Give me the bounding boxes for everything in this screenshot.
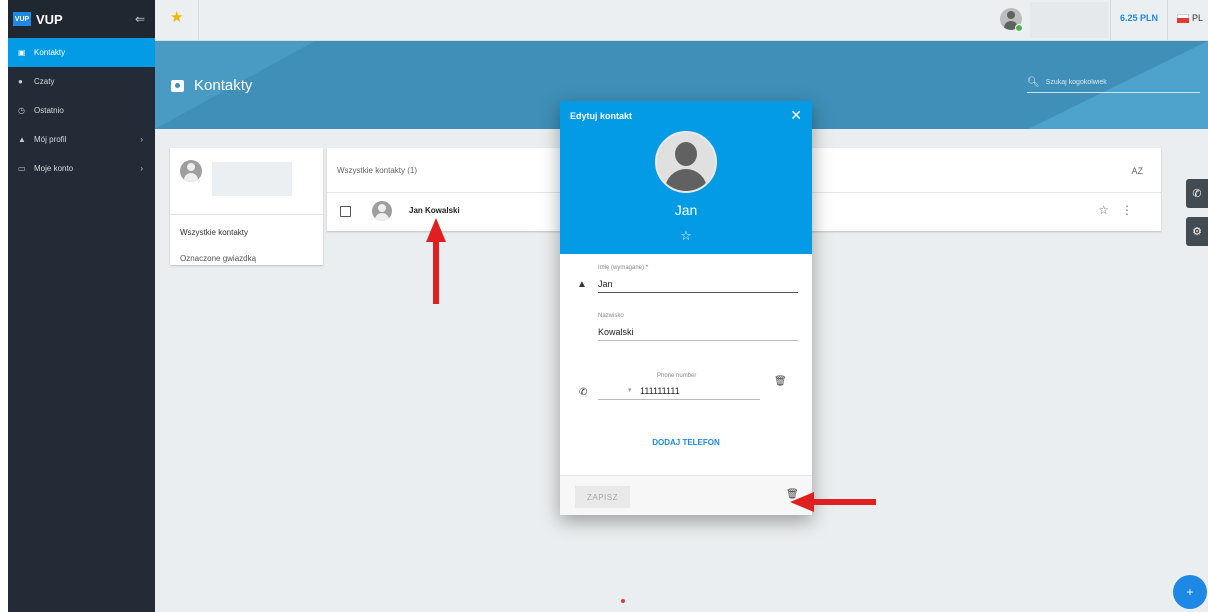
sidebar-item-label: Czaty: [34, 77, 55, 86]
language-selector[interactable]: PL: [1192, 13, 1203, 23]
filter-starred[interactable]: Oznaczone gwiazdką: [180, 254, 256, 263]
phone-icon: ✆: [579, 387, 588, 398]
search-bar: 🔍︎: [1027, 77, 1200, 93]
annotation-arrow-up: [426, 218, 446, 304]
sidebar: VUP VUP ⇐ ▣ Kontakty ● Czaty ◷ Ostatnio …: [8, 0, 155, 612]
phone-label: Phone number: [657, 373, 697, 379]
dialog-title: Edytuj kontakt: [570, 111, 633, 121]
divider: [198, 0, 199, 41]
sort-az-button[interactable]: AZ: [1131, 166, 1143, 176]
search-input[interactable]: [1045, 79, 1196, 86]
chevron-right-icon: ›: [140, 135, 143, 144]
divider: [1110, 0, 1111, 41]
phone-icon: ✆: [1192, 188, 1202, 200]
user-name-redacted: [1030, 2, 1108, 38]
edit-contact-dialog: Edytuj kontakt ✕ Jan ☆ ▲ Imię (wymagane)…: [560, 101, 812, 515]
presence-indicator: [1015, 24, 1023, 32]
filter-all-contacts[interactable]: Wszystkie kontakty: [180, 228, 248, 237]
page-title: Kontakty: [194, 77, 253, 94]
settings-side-button[interactable]: ⚙: [1186, 217, 1208, 246]
search-icon: 🔍︎: [1027, 77, 1040, 88]
sidebar-item-ostatnio[interactable]: ◷ Ostatnio: [8, 96, 155, 125]
add-phone-button[interactable]: DODAJ TELEFON: [560, 438, 812, 447]
phone-value[interactable]: 111111111: [640, 386, 680, 396]
sidebar-item-moj-profil[interactable]: ▲ Mój profil ›: [8, 125, 155, 154]
more-vert-icon[interactable]: ⋮: [1121, 203, 1133, 217]
divider: [1167, 0, 1168, 41]
phone-side-button[interactable]: ✆: [1186, 179, 1208, 208]
placeholder-redacted: [212, 162, 292, 196]
clock-icon: ◷: [18, 106, 25, 115]
phone-field[interactable]: ▾ 111111111: [598, 383, 760, 400]
collapse-sidebar-icon[interactable]: ⇐: [135, 12, 145, 26]
sidebar-item-kontakty[interactable]: ▣ Kontakty: [8, 38, 155, 67]
person-icon: ▲: [577, 279, 587, 290]
dialog-header: Edytuj kontakt ✕ Jan ☆: [560, 101, 812, 254]
first-name-value[interactable]: Jan: [598, 279, 613, 289]
dialog-footer: ZAPISZ 🗑︎: [560, 475, 812, 515]
star-outline-icon[interactable]: ☆: [560, 228, 812, 244]
card-icon: ▭: [18, 164, 26, 173]
list-header-label: Wszystkie kontakty (1): [337, 166, 418, 175]
save-button[interactable]: ZAPISZ: [575, 486, 630, 508]
contact-name[interactable]: Jan Kowalski: [409, 206, 460, 215]
brand-bar: VUP VUP ⇐: [8, 0, 155, 38]
contacts-icon: [171, 79, 184, 92]
first-name-label: Imię (wymagane) *: [598, 265, 649, 271]
sidebar-item-label: Moje konto: [34, 164, 74, 173]
sidebar-item-label: Ostatnio: [34, 106, 64, 115]
red-dot: [621, 599, 625, 603]
gear-icon: ⚙: [1192, 226, 1202, 238]
divider: [170, 214, 323, 215]
last-name-label: Nazwisko: [598, 313, 624, 319]
last-name-field[interactable]: Kowalski: [598, 324, 798, 341]
close-icon[interactable]: ✕: [790, 107, 802, 124]
favorites-star-icon[interactable]: ★: [170, 8, 183, 26]
chat-icon: ●: [18, 77, 23, 86]
poland-flag-icon: [1177, 14, 1189, 23]
sidebar-item-label: Mój profil: [34, 135, 67, 144]
last-name-value[interactable]: Kowalski: [598, 327, 634, 337]
first-name-field[interactable]: Jan: [598, 277, 798, 293]
sidebar-item-moje-konto[interactable]: ▭ Moje konto ›: [8, 154, 155, 183]
avatar: [180, 160, 202, 182]
brand-name: VUP: [36, 11, 63, 27]
select-checkbox[interactable]: [340, 206, 351, 217]
vup-logo: VUP: [13, 12, 31, 26]
contact-avatar[interactable]: [655, 131, 717, 193]
sidebar-item-czaty[interactable]: ● Czaty: [8, 67, 155, 96]
add-person-icon: +: [1186, 585, 1194, 599]
account-balance[interactable]: 6.25 PLN: [1120, 13, 1158, 23]
top-bar: ★ 6.25 PLN PL: [155, 0, 1208, 41]
sidebar-item-label: Kontakty: [34, 48, 66, 57]
avatar: [372, 201, 392, 221]
contacts-icon: ▣: [18, 48, 26, 57]
delete-phone-icon[interactable]: 🗑︎: [774, 376, 787, 387]
contact-display-name: Jan: [674, 202, 698, 218]
person-icon: ▲: [18, 135, 26, 144]
annotation-arrow-left: [790, 492, 876, 512]
country-dropdown-icon[interactable]: ▾: [628, 386, 632, 394]
add-contact-button[interactable]: +: [1173, 575, 1207, 609]
filter-card: Wszystkie kontakty Oznaczone gwiazdką: [170, 148, 323, 265]
star-outline-icon[interactable]: ☆: [1098, 203, 1109, 217]
chevron-right-icon: ›: [140, 164, 143, 173]
